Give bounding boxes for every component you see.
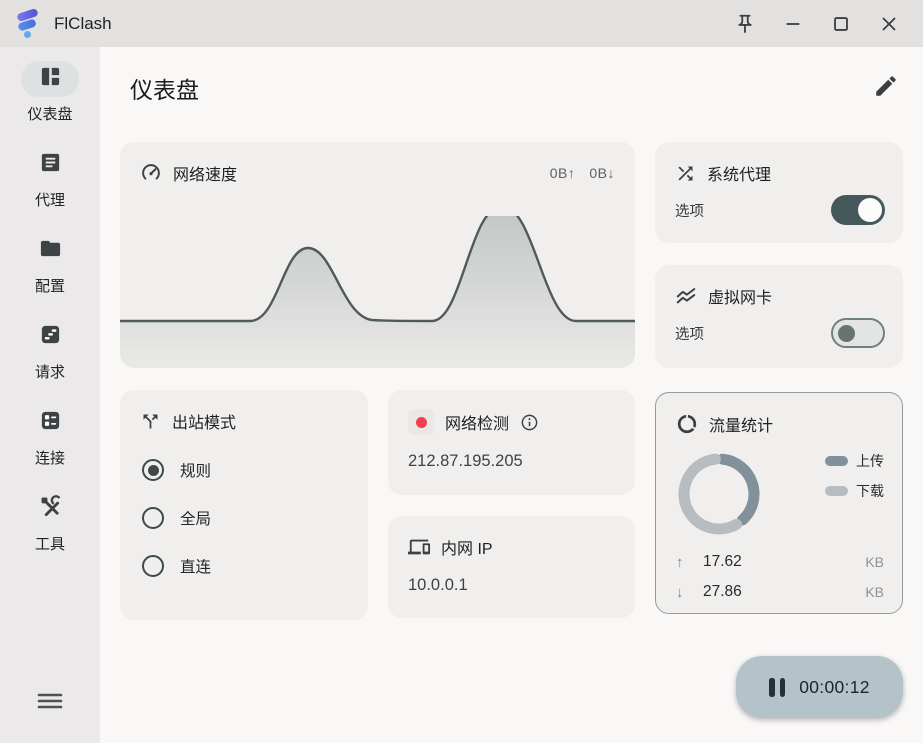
close-button[interactable]: [865, 4, 913, 44]
sidebar-label: 代理: [35, 189, 65, 210]
outbound-mode-card: 出站模式 规则 全局 直连: [120, 390, 368, 620]
status-dot-icon: [408, 409, 434, 435]
pause-icon: [769, 678, 785, 697]
edit-button[interactable]: [873, 73, 899, 99]
call-split-icon: [140, 411, 161, 432]
download-total-value: 27.86: [703, 583, 852, 601]
window-controls: [721, 4, 913, 44]
titlebar: FlClash: [0, 0, 923, 47]
hamburger-icon: [36, 699, 64, 716]
timer-fab[interactable]: 00:00:12: [736, 656, 903, 718]
upload-total-row: ↑ 17.62 KB: [676, 553, 884, 571]
public-ip-value: 212.87.195.205: [388, 435, 635, 471]
waves-icon: [675, 285, 697, 307]
card-title: 流量统计: [709, 412, 773, 436]
arrow-up-icon: ↑: [676, 554, 690, 571]
card-title: 系统代理: [707, 161, 771, 185]
download-legend-swatch: [825, 486, 848, 496]
download-speed-value: 0B↓: [589, 165, 615, 181]
sidebar: 仪表盘 代理 配置 请求 连接 工具: [0, 47, 100, 743]
sidebar-label: 工具: [35, 533, 65, 554]
upload-total-value: 17.62: [703, 553, 852, 571]
sidebar-item-dashboard[interactable]: 仪表盘: [21, 61, 79, 124]
virtual-nic-card[interactable]: 虚拟网卡 选项: [655, 265, 903, 368]
minimize-button[interactable]: [769, 4, 817, 44]
upload-total-unit: KB: [865, 554, 884, 570]
system-proxy-card[interactable]: 系统代理 选项: [655, 142, 903, 243]
timer-value: 00:00:12: [799, 677, 870, 698]
network-detection-card[interactable]: 网络检测 212.87.195.205: [388, 390, 635, 495]
options-link[interactable]: 选项: [675, 323, 704, 344]
shuffle-icon: [675, 163, 696, 184]
card-title: 网络检测: [445, 410, 509, 434]
proxy-icon: [39, 151, 62, 179]
sidebar-label: 连接: [35, 447, 65, 468]
radio-icon: [142, 555, 164, 577]
arrow-down-icon: ↓: [676, 584, 690, 601]
virtual-nic-toggle[interactable]: [831, 318, 885, 348]
maximize-button[interactable]: [817, 4, 865, 44]
edit-icon: [873, 86, 899, 103]
sidebar-item-profiles[interactable]: 配置: [21, 233, 79, 296]
sidebar-item-requests[interactable]: 请求: [21, 319, 79, 382]
minimize-icon: [782, 13, 804, 35]
network-speed-chart: [120, 216, 635, 368]
card-title: 网络速度: [173, 161, 237, 185]
radio-option-rule[interactable]: 规则: [142, 459, 368, 481]
maximize-icon: [830, 13, 852, 35]
speedometer-icon: [140, 162, 162, 184]
traffic-stats-card[interactable]: 流量统计 上传 下载 ↑ 17.62 KB ↓ 27.86 KB: [655, 392, 903, 614]
options-link[interactable]: 选项: [675, 200, 704, 221]
info-icon[interactable]: [520, 413, 539, 432]
radio-option-global[interactable]: 全局: [142, 507, 368, 529]
sidebar-label: 配置: [35, 275, 65, 296]
radio-option-direct[interactable]: 直连: [142, 555, 368, 577]
data-usage-icon: [676, 413, 698, 435]
close-icon: [878, 13, 900, 35]
sidebar-item-proxy[interactable]: 代理: [21, 147, 79, 210]
sidebar-item-connections[interactable]: 连接: [21, 405, 79, 468]
profiles-icon: [39, 237, 62, 265]
intranet-ip-card[interactable]: 内网 IP 10.0.0.1: [388, 516, 635, 618]
page-title: 仪表盘: [130, 71, 199, 105]
upload-speed-value: 0B↑: [550, 165, 576, 181]
intranet-ip-value: 10.0.0.1: [388, 559, 635, 595]
network-speed-card[interactable]: 网络速度 0B↑ 0B↓: [120, 142, 635, 368]
tools-icon: [39, 495, 62, 523]
connections-icon: [39, 409, 62, 437]
radio-selected-icon: [142, 459, 164, 481]
card-title: 虚拟网卡: [708, 284, 772, 308]
pin-icon: [734, 13, 756, 35]
pin-button[interactable]: [721, 4, 769, 44]
download-total-row: ↓ 27.86 KB: [676, 583, 884, 601]
app-title: FlClash: [54, 14, 112, 34]
legend-upload: 上传: [825, 451, 884, 471]
sidebar-item-tools[interactable]: 工具: [21, 491, 79, 554]
devices-icon: [408, 536, 430, 558]
upload-legend-swatch: [825, 456, 848, 466]
download-total-unit: KB: [865, 584, 884, 600]
sidebar-label: 仪表盘: [27, 103, 72, 124]
menu-button[interactable]: [36, 690, 64, 717]
requests-icon: [39, 323, 62, 351]
sidebar-label: 请求: [35, 361, 65, 382]
main-content: 仪表盘 网络速度 0B↑ 0B↓: [100, 47, 923, 743]
radio-icon: [142, 507, 164, 529]
card-title: 出站模式: [172, 409, 236, 433]
card-title: 内网 IP: [441, 535, 493, 559]
dashboard-icon: [39, 65, 62, 93]
system-proxy-toggle[interactable]: [831, 195, 885, 225]
traffic-donut-chart: [669, 444, 769, 549]
app-logo-icon: [14, 8, 42, 40]
legend-download: 下载: [825, 481, 884, 501]
